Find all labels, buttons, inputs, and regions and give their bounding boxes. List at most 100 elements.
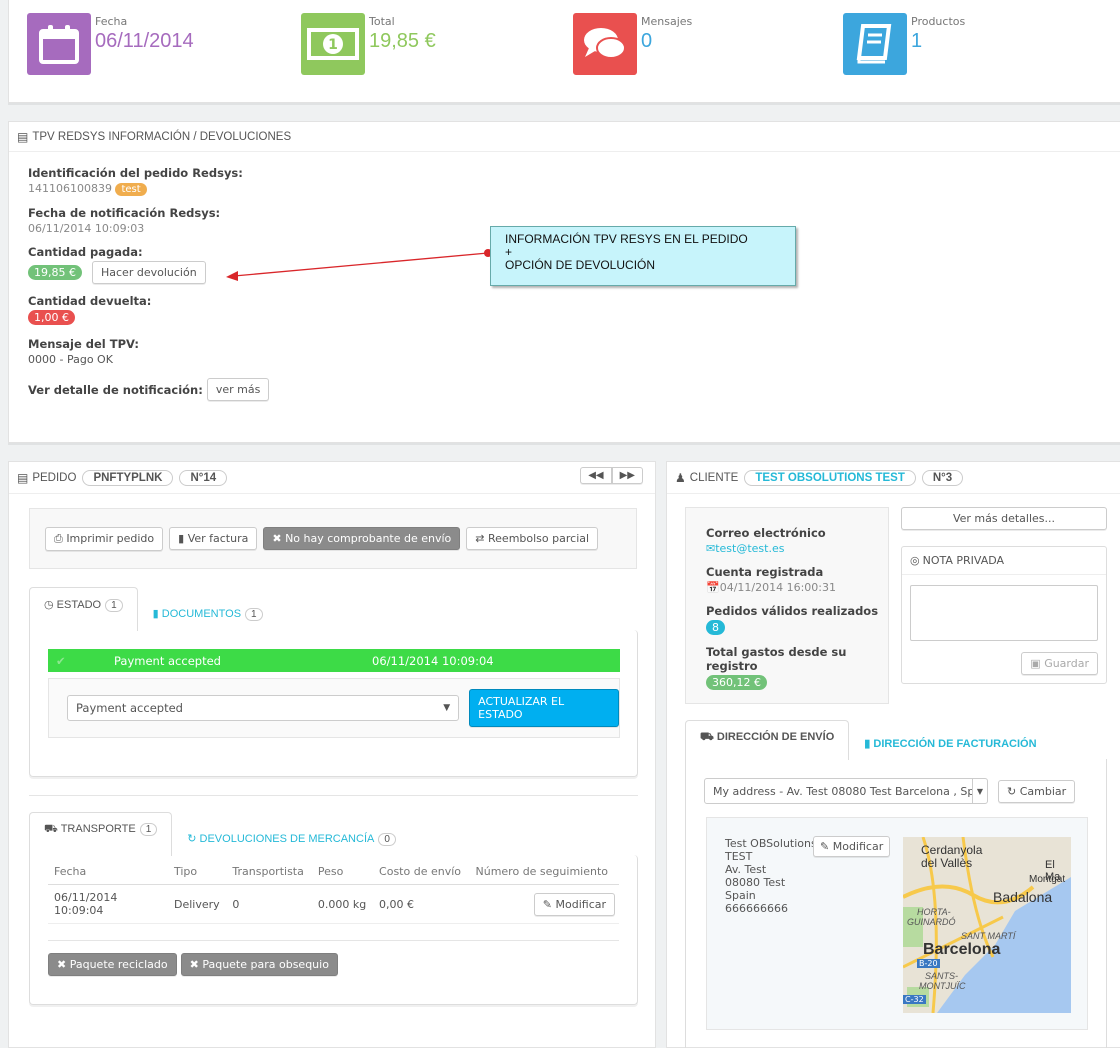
- tab-billing-address[interactable]: ▮ DIRECCIÓN DE FACTURACIÓN: [849, 726, 1051, 760]
- status-select[interactable]: Payment accepted ▼: [67, 695, 460, 721]
- spent-label: Total gastos desde su registro: [706, 645, 847, 673]
- order-id-label: Identificación del pedido Redsys:: [28, 166, 243, 180]
- file-icon: ▮: [178, 532, 185, 545]
- gift-package-button[interactable]: ✖ Paquete para obsequio: [180, 953, 338, 976]
- next-order-button[interactable]: ▶▶: [611, 467, 643, 484]
- email-link[interactable]: ✉test@test.es: [706, 542, 888, 555]
- modify-address-label: Modificar: [832, 840, 884, 853]
- status-tab-content: ✔ Payment accepted 06/11/2014 10:09:04 P…: [29, 630, 638, 777]
- address-select[interactable]: My address - Av. Test 08080 Test Barcelo…: [704, 778, 988, 804]
- table-cell: 0: [226, 884, 312, 924]
- recycled-label: Paquete reciclado: [69, 958, 168, 971]
- print-order-button[interactable]: ⎙ Imprimir pedido: [45, 526, 164, 551]
- prev-order-button[interactable]: ◀◀: [580, 467, 612, 484]
- map-label: Montgat: [1029, 874, 1066, 885]
- status-history-row: ✔ Payment accepted 06/11/2014 10:09:04: [48, 649, 620, 672]
- refresh-icon: ↻: [1007, 784, 1017, 798]
- modify-shipping-button[interactable]: ✎ Modificar: [533, 892, 615, 916]
- callout-arrow: [226, 249, 492, 281]
- callout-line: OPCIÓN DE DEVOLUCIÓN: [505, 258, 656, 272]
- partial-refund-button[interactable]: ⇄ Reembolso parcial: [466, 527, 599, 550]
- address-select-value: My address - Av. Test 08080 Test Barcelo…: [713, 784, 972, 798]
- truck-icon: ⛟: [700, 731, 714, 743]
- spent-badge: 360,12 €: [706, 675, 767, 690]
- pencil-icon: ✎: [820, 840, 830, 853]
- address-map[interactable]: Cerdanyola del Vallès El Ma Montgat Bada…: [903, 837, 1071, 1013]
- table-cell: Delivery: [168, 884, 227, 924]
- kpi-value: 1: [911, 30, 923, 52]
- registered-label: Cuenta registrada: [706, 565, 824, 579]
- table-cell: ✎ Modificar: [469, 884, 619, 924]
- kpi-date: Fecha 06/11/2014: [27, 13, 194, 75]
- order-reference: PNFTYPLNK: [82, 469, 174, 486]
- tpv-msg-label: Mensaje del TPV:: [28, 337, 140, 351]
- tab-returns[interactable]: ↻ DEVOLUCIONES DE MERCANCÍA 0: [172, 821, 411, 856]
- order-number: N°14: [179, 469, 228, 486]
- shipping-tabs: ⛟ TRANSPORTE 1 ↻ DEVOLUCIONES DE MERCANCÍ…: [29, 812, 411, 856]
- eye-slash-icon: ◎: [910, 554, 920, 567]
- svg-text:1: 1: [328, 37, 338, 53]
- see-more-button[interactable]: ver más: [206, 378, 270, 401]
- modify-address-button[interactable]: ✎ Modificar: [813, 836, 891, 857]
- recycled-package-button[interactable]: ✖ Paquete reciclado: [48, 953, 177, 976]
- orders-badge: 8: [706, 620, 725, 635]
- caret-down-icon: ▼: [443, 703, 451, 713]
- kpi-value: 06/11/2014: [95, 30, 194, 52]
- print-icon: ⎙: [54, 531, 63, 545]
- invoice-label: Ver factura: [187, 532, 249, 545]
- order-actions: ⎙ Imprimir pedido ▮ Ver factura ✖ No hay…: [29, 508, 637, 569]
- tpv-msg: 0000 - Pago OK: [28, 353, 113, 366]
- tab-shipping-label: DIRECCIÓN DE ENVÍO: [716, 731, 835, 743]
- divider: [29, 795, 638, 796]
- kpi-messages: Mensajes 0: [573, 13, 692, 75]
- registered-value: 04/11/2014 16:00:31: [719, 581, 837, 594]
- chat-icon: [573, 13, 637, 75]
- column-header: Tipo: [168, 855, 227, 885]
- customer-info: Correo electrónico ✉test@test.es Cuenta …: [685, 507, 889, 704]
- annotation-callout: INFORMACIÓN TPV RESYS EN EL PEDIDO + OPC…: [490, 226, 796, 286]
- refund-button[interactable]: Hacer devolución: [92, 261, 206, 284]
- tab-shipping-address[interactable]: ⛟ DIRECCIÓN DE ENVÍO: [685, 720, 850, 760]
- private-note-textarea[interactable]: [910, 585, 1098, 641]
- no-shipping-slip-button[interactable]: ✖ No hay comprobante de envío: [263, 527, 461, 550]
- status-tabs: ◷ ESTADO 1 ▮ DOCUMENTOS 1: [29, 587, 278, 631]
- refresh-icon: ↻: [187, 833, 197, 845]
- tab-status[interactable]: ◷ ESTADO 1: [29, 587, 138, 631]
- address-tabs: ⛟ DIRECCIÓN DE ENVÍO ▮ DIRECCIÓN DE FACT…: [685, 720, 1052, 760]
- kpi-panel: Fecha 06/11/2014 1 Total 19,85 € Mensajes 0…: [8, 0, 1120, 103]
- kpi-value: 0: [641, 30, 653, 52]
- map-label: del Vallès: [921, 856, 973, 870]
- map-label: Cerdanyola: [921, 843, 983, 857]
- truck-icon: ⛟: [44, 823, 58, 835]
- column-header: Fecha: [48, 855, 168, 885]
- registered-row: 📅04/11/2014 16:00:31: [706, 581, 888, 594]
- customer-title: CLIENTE: [689, 471, 739, 484]
- address-card: Test OBSolutions TEST Av. Test 08080 Tes…: [706, 817, 1088, 1030]
- tab-transport[interactable]: ⛟ TRANSPORTE 1: [29, 812, 173, 856]
- tab-count: 0: [378, 833, 396, 846]
- callout-line: INFORMACIÓN TPV RESYS EN EL PEDIDO: [505, 232, 748, 246]
- status-history-date: 06/11/2014 10:09:04: [372, 653, 494, 668]
- envelope-icon: ✉: [706, 542, 716, 555]
- order-title: PEDIDO: [32, 471, 77, 484]
- no-shipping-label: No hay comprobante de envío: [285, 532, 452, 545]
- address-line: TEST: [725, 850, 753, 863]
- change-address-button[interactable]: ↻ Cambiar: [998, 779, 1076, 803]
- kpi-label: Productos: [911, 15, 966, 28]
- change-label: Cambiar: [1019, 784, 1067, 798]
- table-cell: 06/11/2014 10:09:04: [48, 884, 168, 924]
- update-status-button[interactable]: ACTUALIZAR EL ESTADO: [469, 689, 619, 727]
- close-icon: ✖: [272, 532, 282, 545]
- tab-transport-label: TRANSPORTE: [60, 823, 136, 835]
- customer-name[interactable]: TEST OBSOLUTIONS TEST: [744, 469, 916, 486]
- save-note-button[interactable]: ▣ Guardar: [1021, 652, 1098, 675]
- tab-status-label: ESTADO: [56, 599, 102, 611]
- column-header: Transportista: [226, 855, 312, 885]
- print-label: Imprimir pedido: [66, 531, 155, 545]
- map-label: Badalona: [993, 889, 1053, 905]
- more-details-button[interactable]: Ver más detalles...: [901, 507, 1107, 530]
- tab-documents[interactable]: ▮ DOCUMENTOS 1: [138, 596, 278, 631]
- view-invoice-button[interactable]: ▮ Ver factura: [169, 527, 258, 550]
- close-icon: ✖: [189, 958, 199, 971]
- address-line: Spain: [725, 889, 756, 902]
